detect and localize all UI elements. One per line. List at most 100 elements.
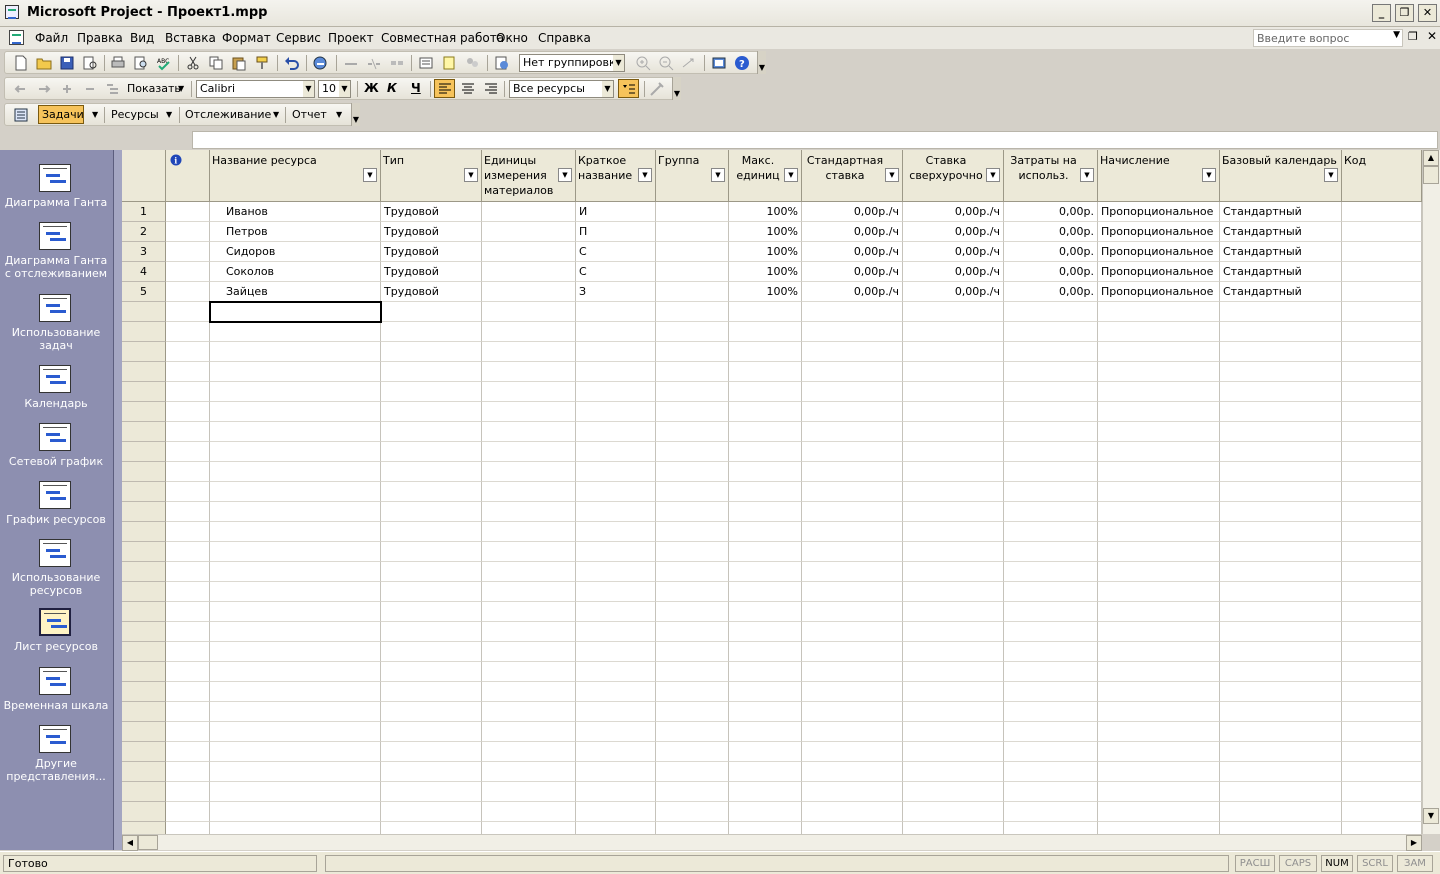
cut-icon[interactable] (185, 55, 201, 71)
column-header-base-calendar[interactable]: Базовый календарь ▼ (1220, 150, 1342, 202)
cell-accrue[interactable]: Пропорциональное (1098, 202, 1220, 222)
cell-name[interactable]: Зайцев (210, 282, 381, 302)
cell-material-label[interactable] (482, 722, 576, 742)
cell-std-rate[interactable] (802, 542, 903, 562)
cell-base-calendar[interactable] (1220, 502, 1342, 522)
row-header[interactable] (122, 562, 166, 582)
cell-ovt-rate[interactable] (903, 402, 1004, 422)
cell-code[interactable] (1342, 762, 1422, 782)
cell-accrue[interactable] (1098, 762, 1220, 782)
cell-base-calendar[interactable] (1220, 402, 1342, 422)
cell-initials[interactable] (576, 382, 656, 402)
cell-accrue[interactable] (1098, 602, 1220, 622)
cell-base-calendar[interactable] (1220, 682, 1342, 702)
cell-code[interactable] (1342, 722, 1422, 742)
cell-std-rate[interactable] (802, 582, 903, 602)
cell-type[interactable] (381, 482, 482, 502)
row-header[interactable] (122, 802, 166, 822)
cell-std-rate[interactable]: 0,00р./ч (802, 242, 903, 262)
cell-std-rate[interactable] (802, 382, 903, 402)
cell-max-units[interactable] (729, 742, 802, 762)
cell-group[interactable] (656, 482, 729, 502)
cell-type[interactable] (381, 522, 482, 542)
cell-material-label[interactable] (482, 682, 576, 702)
cell-indicators[interactable] (166, 382, 210, 402)
indent-icon[interactable] (36, 81, 52, 97)
cell-material-label[interactable] (482, 622, 576, 642)
cell-ovt-rate[interactable] (903, 682, 1004, 702)
cell-initials[interactable] (576, 402, 656, 422)
cell-material-label[interactable] (482, 362, 576, 382)
cell-max-units[interactable]: 100% (729, 242, 802, 262)
cell-group[interactable] (656, 462, 729, 482)
cell-initials[interactable] (576, 582, 656, 602)
row-header[interactable] (122, 762, 166, 782)
cell-ovt-rate[interactable] (903, 822, 1004, 834)
cell-initials[interactable]: С (576, 262, 656, 282)
cell-ovt-rate[interactable] (903, 642, 1004, 662)
cell-cost-per-use[interactable] (1004, 302, 1098, 322)
cell-std-rate[interactable] (802, 562, 903, 582)
menu-collaborate[interactable]: Совместная работа (381, 31, 504, 45)
align-right-icon[interactable] (483, 81, 499, 97)
cell-max-units[interactable] (729, 382, 802, 402)
cell-indicators[interactable] (166, 782, 210, 802)
row-header[interactable] (122, 702, 166, 722)
cell-base-calendar[interactable] (1220, 742, 1342, 762)
cell-std-rate[interactable] (802, 762, 903, 782)
cell-max-units[interactable] (729, 802, 802, 822)
cell-indicators[interactable] (166, 702, 210, 722)
underline-button[interactable]: Ч (411, 81, 421, 95)
cell-name[interactable] (210, 742, 381, 762)
cell-group[interactable] (656, 802, 729, 822)
cell-name[interactable] (210, 802, 381, 822)
menu-edit[interactable]: Правка (77, 31, 123, 45)
chevron-down-icon[interactable]: ▼ (336, 110, 342, 119)
cell-group[interactable] (656, 642, 729, 662)
cell-group[interactable] (656, 502, 729, 522)
cell-initials[interactable] (576, 322, 656, 342)
cell-initials[interactable] (576, 522, 656, 542)
cell-initials[interactable]: З (576, 282, 656, 302)
gantt-wizard-icon[interactable] (649, 81, 665, 97)
cell-group[interactable] (656, 522, 729, 542)
cell-cost-per-use[interactable] (1004, 562, 1098, 582)
cell-code[interactable] (1342, 742, 1422, 762)
cell-name[interactable]: Петров (210, 222, 381, 242)
toolbar-options-icon[interactable]: ▼ (757, 51, 766, 74)
cell-code[interactable] (1342, 542, 1422, 562)
autofilter-dropdown-icon[interactable]: ▼ (1202, 168, 1216, 182)
cell-accrue[interactable] (1098, 322, 1220, 342)
row-header[interactable] (122, 362, 166, 382)
format-painter-icon[interactable] (254, 55, 270, 71)
cell-material-label[interactable] (482, 442, 576, 462)
document-icon[interactable] (9, 30, 24, 45)
cell-code[interactable] (1342, 482, 1422, 502)
cell-accrue[interactable] (1098, 422, 1220, 442)
cell-initials[interactable] (576, 422, 656, 442)
toolbar-options-icon[interactable]: ▼ (672, 77, 681, 100)
cell-cost-per-use[interactable] (1004, 402, 1098, 422)
cell-indicators[interactable] (166, 462, 210, 482)
row-header[interactable] (122, 822, 166, 834)
cell-std-rate[interactable] (802, 822, 903, 834)
cell-accrue[interactable] (1098, 802, 1220, 822)
cell-material-label[interactable] (482, 642, 576, 662)
cell-std-rate[interactable] (802, 442, 903, 462)
cell-material-label[interactable] (482, 762, 576, 782)
cell-cost-per-use[interactable] (1004, 802, 1098, 822)
show-subtasks-icon[interactable] (59, 81, 75, 97)
row-header[interactable] (122, 582, 166, 602)
cell-max-units[interactable] (729, 822, 802, 834)
save-icon[interactable] (59, 55, 75, 71)
column-header-max-units[interactable]: Макс. единиц ▼ (729, 150, 802, 202)
cell-accrue[interactable] (1098, 742, 1220, 762)
cell-name[interactable] (210, 602, 381, 622)
cell-material-label[interactable] (482, 222, 576, 242)
menu-project[interactable]: Проект (328, 31, 374, 45)
cell-max-units[interactable] (729, 762, 802, 782)
row-header[interactable] (122, 402, 166, 422)
cell-base-calendar[interactable] (1220, 822, 1342, 834)
menu-view[interactable]: Вид (130, 31, 154, 45)
cell-cost-per-use[interactable]: 0,00р. (1004, 202, 1098, 222)
